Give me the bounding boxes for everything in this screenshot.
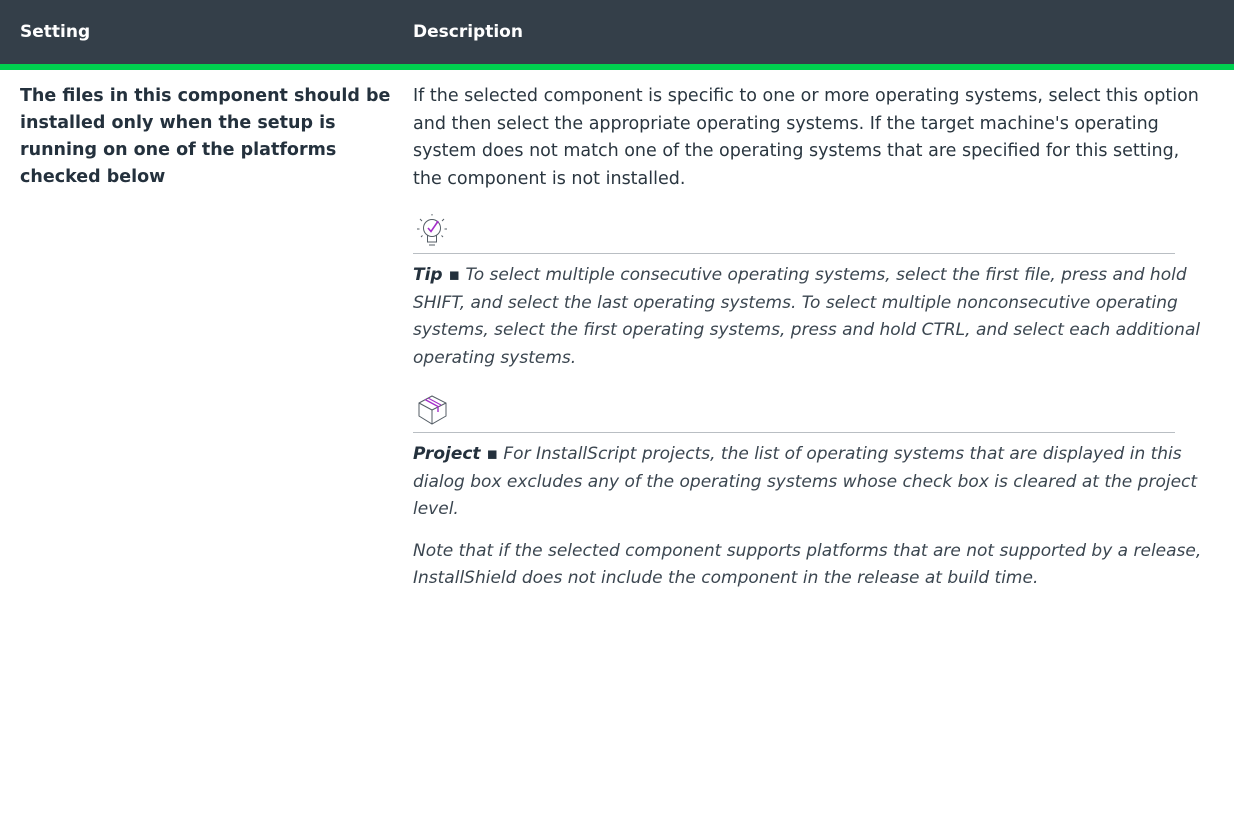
setting-name: The files in this component should be in… [20,86,391,187]
project-text: Project ▪ For InstallScript projects, th… [413,441,1213,524]
settings-table: Setting Description The files in this co… [0,0,1234,610]
tip-text: Tip ▪ To select multiple consecutive ope… [413,262,1213,372]
tip-divider [413,253,1175,254]
description-cell: If the selected component is specific to… [413,83,1213,610]
tip-note: Tip ▪ To select multiple consecutive ope… [413,207,1213,372]
project-divider [413,432,1175,433]
header-setting: Setting [20,22,91,42]
lightbulb-check-icon [413,207,1213,253]
box-icon [413,386,1213,432]
table-header: Setting Description [0,0,1234,70]
header-description: Description [413,22,523,42]
project-label: Project ▪ [413,444,498,464]
project-body: For InstallScript projects, the list of … [413,444,1198,519]
project-note: Project ▪ For InstallScript projects, th… [413,386,1213,593]
project-extra-text: Note that if the selected component supp… [413,540,1202,589]
tip-body: To select multiple consecutive operating… [413,265,1201,368]
table-row: The files in this component should be in… [0,70,1234,610]
description-text: If the selected component is specific to… [413,86,1199,189]
tip-label: Tip ▪ [413,265,461,285]
